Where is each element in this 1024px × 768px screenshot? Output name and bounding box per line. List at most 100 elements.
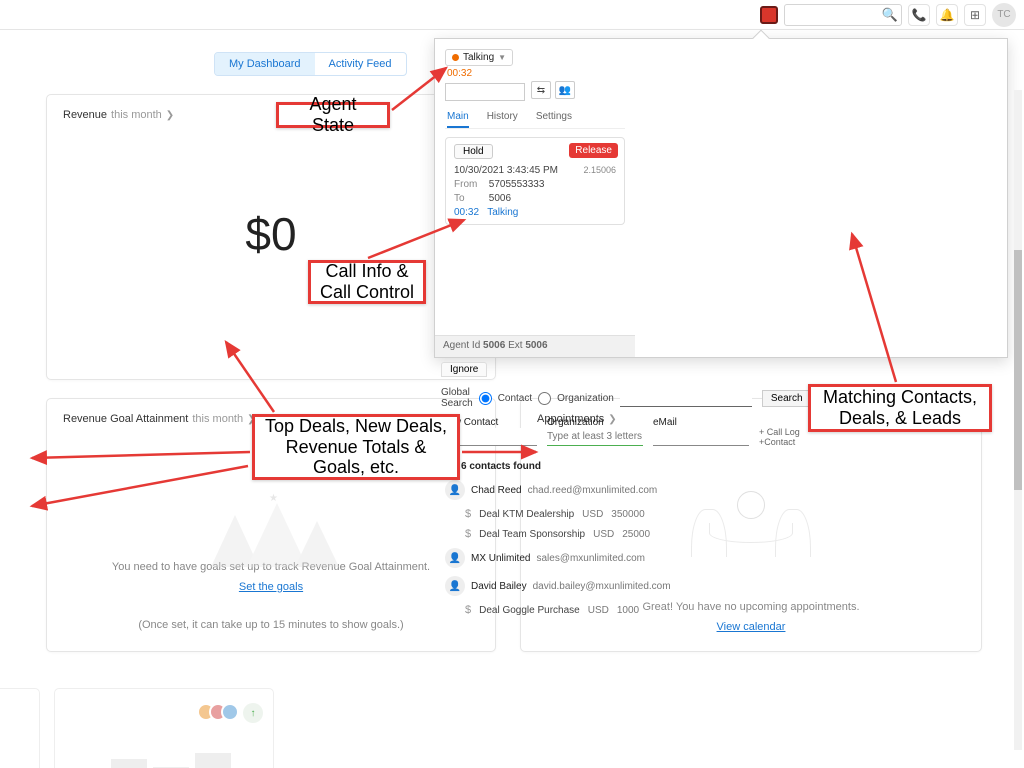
contact-email: sales@mxunlimited.com (536, 553, 645, 564)
deal-currency: USD (582, 509, 603, 520)
agent-panel: Talking ▼ 00:32 ⇆ 👥 Main History Setting… (435, 39, 635, 357)
to-label: To (454, 193, 486, 204)
deal-row[interactable]: $ Deal Team Sponsorship USD 25000 (465, 528, 803, 540)
bell-icon[interactable]: 🔔 (936, 4, 958, 26)
scroll-thumb[interactable] (1014, 250, 1022, 490)
bottom-cards: 284 ↑ (0, 688, 274, 768)
deal-row[interactable]: $ Deal Goggle Purchase USD 1000 (465, 604, 803, 616)
add-contact-link[interactable]: +Contact (759, 437, 795, 447)
new-contact-row: New Contact Organization eMail + Call Lo… (441, 417, 803, 447)
goal-title-text: Revenue Goal Attainment (63, 413, 188, 425)
global-search-label: Global Search (441, 387, 473, 409)
ext-label: Ext (508, 340, 522, 351)
revenue-title: Revenue this month ❯ (47, 95, 495, 127)
dollar-icon: $ (465, 528, 471, 540)
dollar-icon: $ (465, 604, 471, 616)
chart-card: ↑ (54, 688, 274, 768)
from-label: From (454, 179, 486, 190)
chevron-down-icon: ▼ (498, 53, 506, 62)
contact-row[interactable]: 👤 MX Unlimited sales@mxunlimited.com (445, 548, 803, 568)
release-button[interactable]: Release (569, 143, 618, 158)
add-call-log-link[interactable]: + Call Log (759, 427, 800, 437)
deal-label: Deal Team Sponsorship (479, 529, 585, 540)
deal-amount: 25000 (622, 529, 650, 540)
from-number: 5705553333 (489, 179, 545, 190)
anno-agent-state: Agent State (276, 102, 390, 128)
call-right-num: 2.15006 (583, 165, 616, 176)
person-icon: 👤 (445, 548, 465, 568)
call-timer: 00:32 (447, 68, 635, 79)
search-scope-row: Global Search Contact Organization Searc… (441, 387, 803, 409)
agent-state-dropdown[interactable]: Talking ▼ (445, 49, 513, 66)
contact-email: chad.reed@mxunlimited.com (528, 485, 658, 496)
contact-row[interactable]: 👤 David Bailey david.bailey@mxunlimited.… (445, 576, 803, 596)
active-call-card: Hold Release 10/30/2021 3:43:45 PM 2.150… (445, 137, 625, 225)
revenue-sub: this month (111, 109, 162, 121)
to-number: 5006 (489, 193, 511, 204)
deal-amount: 350000 (611, 509, 644, 520)
revenue-title-text: Revenue (63, 109, 107, 121)
deal-row[interactable]: $ Deal KTM Dealership USD 350000 (465, 508, 803, 520)
radio-contact[interactable] (479, 392, 492, 405)
contacts-found-header: 6 contacts found (461, 461, 803, 472)
contact-row[interactable]: 👤 Chad Reed chad.reed@mxunlimited.com (445, 480, 803, 500)
group-icon[interactable]: 👥 (555, 81, 575, 99)
call-popover: Talking ▼ 00:32 ⇆ 👥 Main History Setting… (434, 38, 1008, 358)
user-avatar[interactable]: TC (992, 3, 1016, 27)
radio-org-label: Organization (557, 393, 614, 404)
global-search-wrap: 🔍 (784, 4, 902, 26)
global-search-input[interactable] (784, 4, 902, 26)
talk-state: Talking (487, 207, 518, 218)
phone-icon[interactable]: 📞 (908, 4, 930, 26)
agent-id-label: Agent Id (443, 340, 480, 351)
anno-call-info: Call Info & Call Control (308, 260, 426, 304)
agent-state-label: Talking (463, 52, 494, 63)
anno-top-deals: Top Deals, New Deals, Revenue Totals & G… (252, 414, 460, 480)
contact-name: David Bailey (471, 581, 527, 592)
agent-tab-settings[interactable]: Settings (536, 111, 572, 128)
contact-search-panel: Ignore Global Search Contact Organizatio… (435, 357, 809, 675)
tab-activity-feed[interactable]: Activity Feed (315, 53, 406, 75)
chevron-right-icon[interactable]: ❯ (166, 110, 174, 121)
call-datetime: 10/30/2021 3:43:45 PM (454, 165, 558, 176)
agent-tabs: Main History Settings (447, 111, 635, 128)
deal-label: Deal KTM Dealership (479, 509, 574, 520)
app-badge (760, 6, 778, 24)
deal-currency: USD (588, 605, 609, 616)
contact-name: Chad Reed (471, 485, 522, 496)
transfer-icon[interactable]: ⇆ (531, 81, 551, 99)
goal-note: (Once set, it can take up to 15 minutes … (47, 619, 495, 631)
email-input[interactable] (653, 428, 749, 446)
revenue-value: $0 (47, 207, 495, 261)
radio-org[interactable] (538, 392, 551, 405)
deal-amount: 1000 (617, 605, 639, 616)
deal-label: Deal Goggle Purchase (479, 605, 580, 616)
avatar-stack (203, 703, 239, 721)
apps-icon[interactable]: ⊞ (964, 4, 986, 26)
search-text-input[interactable] (620, 389, 752, 407)
widget-card: 284 (0, 688, 40, 768)
status-dot-icon (452, 54, 459, 61)
quick-actions: + Call Log +Contact (759, 427, 803, 447)
dial-input[interactable] (445, 83, 525, 101)
mini-chart (69, 749, 259, 768)
talk-time: 00:32 (454, 207, 479, 218)
scrollbar[interactable] (1014, 90, 1022, 750)
agent-tab-main[interactable]: Main (447, 111, 469, 128)
person-icon: 👤 (445, 480, 465, 500)
search-button[interactable]: Search (762, 390, 812, 407)
mountain-illustration: ★ (211, 497, 371, 567)
org-input[interactable] (547, 428, 643, 446)
revenue-panel: Revenue this month ❯ $0 (46, 94, 496, 380)
radio-contact-label: Contact (498, 393, 532, 404)
ignore-button[interactable]: Ignore (441, 362, 487, 377)
tab-my-dashboard[interactable]: My Dashboard (215, 53, 315, 75)
dashboard-tabs: My Dashboard Activity Feed (214, 52, 407, 76)
anno-matching: Matching Contacts, Deals, & Leads (808, 384, 992, 432)
ext-value: 5006 (525, 340, 547, 351)
hold-button[interactable]: Hold (454, 144, 493, 159)
set-goals-link[interactable]: Set the goals (239, 581, 303, 593)
agent-tab-history[interactable]: History (487, 111, 518, 128)
share-icon[interactable]: ↑ (243, 703, 263, 723)
agent-id: 5006 (483, 340, 505, 351)
